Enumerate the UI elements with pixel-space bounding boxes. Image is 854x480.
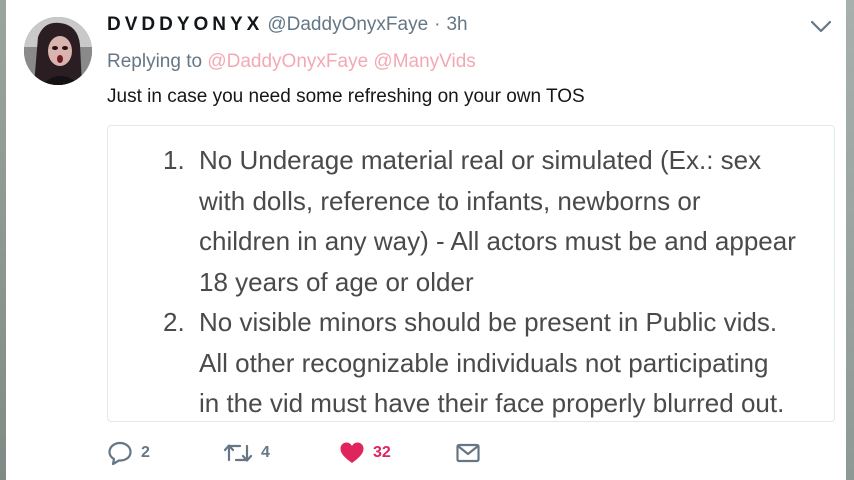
replying-to: Replying to @DaddyOnyxFaye @ManyVids xyxy=(107,51,476,73)
chevron-down-icon[interactable] xyxy=(810,18,832,34)
tos-line: All other recognizable individuals not p… xyxy=(199,347,769,378)
timestamp[interactable]: 3h xyxy=(446,14,467,36)
avatar-image xyxy=(24,17,92,85)
tos-line: No visible minors should be present in P… xyxy=(199,307,778,337)
tos-line: No Underage material real or simulated (… xyxy=(199,145,762,175)
tos-list-item: 2. No visible minors should be present i… xyxy=(108,302,824,421)
like-button[interactable]: 32 xyxy=(339,439,391,467)
mention-link[interactable]: @DaddyOnyxFaye xyxy=(207,51,368,72)
background-edge-right xyxy=(846,0,854,480)
tos-line: in the vid must have their face properly… xyxy=(199,388,785,418)
tos-line: children in any way) - All actors must b… xyxy=(199,226,796,256)
list-item-number: 1. xyxy=(163,145,185,175)
tos-list-item: 1. No Underage material real or simulate… xyxy=(108,140,824,302)
retweet-icon xyxy=(223,444,253,462)
reply-bubble-icon xyxy=(108,441,132,466)
reply-button[interactable]: 2 xyxy=(107,439,150,467)
replying-to-label: Replying to xyxy=(107,51,203,72)
tweet-media-image[interactable]: 1. No Underage material real or simulate… xyxy=(107,125,835,422)
user-handle[interactable]: @DaddyOnyxFaye xyxy=(267,14,428,36)
tweet-header: DVDDYONYX @DaddyOnyxFaye · 3h xyxy=(107,14,468,42)
display-name[interactable]: DVDDYONYX xyxy=(107,14,263,36)
separator: · xyxy=(434,14,441,35)
avatar[interactable] xyxy=(24,17,92,85)
retweet-count: 4 xyxy=(261,444,270,461)
background-edge-left xyxy=(0,0,6,480)
heart-icon xyxy=(340,442,364,463)
tos-line: with dolls, reference to infants, newbor… xyxy=(199,185,701,216)
tweet-text: Just in case you need some refreshing on… xyxy=(107,86,585,107)
envelope-icon xyxy=(456,443,480,463)
direct-message-button[interactable] xyxy=(455,439,481,467)
tos-list: 1. No Underage material real or simulate… xyxy=(108,140,834,421)
retweet-button[interactable]: 4 xyxy=(223,439,270,467)
list-item-number: 2. xyxy=(163,307,185,337)
like-count: 32 xyxy=(373,444,391,461)
reply-count: 2 xyxy=(141,444,150,461)
mention-link[interactable]: @ManyVids xyxy=(373,51,475,72)
tos-line: 18 years of age or older xyxy=(199,266,474,297)
